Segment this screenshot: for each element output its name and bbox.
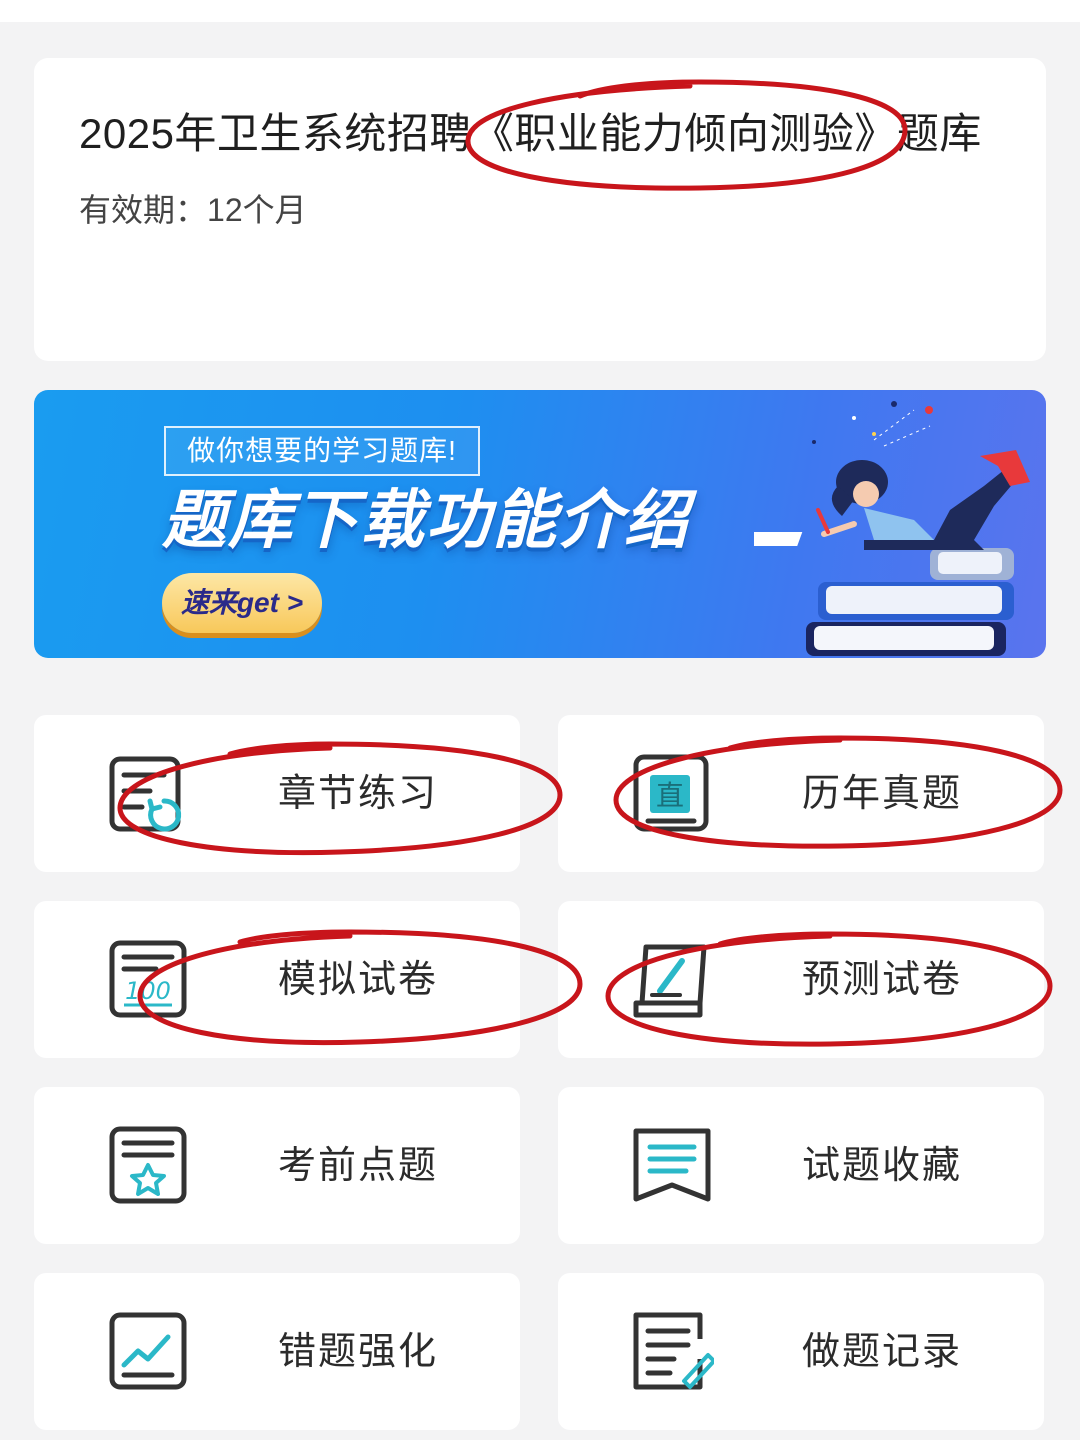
menu-tile-mistake-review[interactable]: 错题强化 [34, 1273, 520, 1430]
reading-girl-illustration [754, 401, 1030, 656]
menu-tile-favorites[interactable]: 试题收藏 [558, 1087, 1044, 1244]
course-validity: 有效期：12个月 [79, 190, 307, 230]
course-title: 2025年卫生系统招聘《职业能力倾向测验》题库 [79, 110, 982, 157]
course-info-card: 2025年卫生系统招聘《职业能力倾向测验》题库 有效期：12个月 [34, 58, 1046, 361]
svg-text:直: 直 [656, 779, 684, 812]
validity-label: 有效期： [79, 192, 208, 228]
tile-label: 章节练习 [278, 773, 439, 815]
prediction-exam-icon [633, 944, 707, 1018]
status-strip [0, 0, 1080, 22]
pre-exam-tips-icon [109, 1126, 187, 1204]
menu-tile-past-exams[interactable]: 直 历年真题 [558, 715, 1044, 872]
favorites-icon [633, 1128, 711, 1202]
banner-tagline: 做你想要的学习题库! [164, 426, 480, 476]
validity-value: 12个月 [207, 192, 307, 228]
banner-headline: 题库下载功能介绍 [162, 484, 690, 556]
tile-label: 做题记录 [802, 1331, 963, 1373]
tile-label: 考前点题 [278, 1145, 439, 1187]
menu-tile-mock-exams[interactable]: 100 模拟试卷 [34, 901, 520, 1058]
promo-banner[interactable]: 做你想要的学习题库! 题库下载功能介绍 速来get > [34, 390, 1046, 658]
mock-exam-icon: 100 [109, 940, 187, 1018]
menu-tile-pre-exam-tips[interactable]: 考前点题 [34, 1087, 520, 1244]
tile-label: 预测试卷 [802, 959, 963, 1001]
tile-label: 错题强化 [278, 1331, 439, 1373]
menu-tile-prediction-exams[interactable]: 预测试卷 [558, 901, 1044, 1058]
menu-tile-practice-record[interactable]: 做题记录 [558, 1273, 1044, 1430]
past-exam-icon: 直 [633, 754, 709, 832]
tile-label: 试题收藏 [802, 1145, 963, 1187]
tile-label: 历年真题 [802, 773, 963, 815]
banner-cta-button[interactable]: 速来get > [162, 573, 322, 633]
tile-label: 模拟试卷 [278, 959, 439, 1001]
chapter-practice-icon [109, 756, 182, 832]
practice-record-icon [633, 1312, 714, 1390]
menu-tile-chapter-practice[interactable]: 章节练习 [34, 715, 520, 872]
svg-text:100: 100 [125, 977, 171, 1005]
mistake-review-icon [109, 1312, 187, 1390]
